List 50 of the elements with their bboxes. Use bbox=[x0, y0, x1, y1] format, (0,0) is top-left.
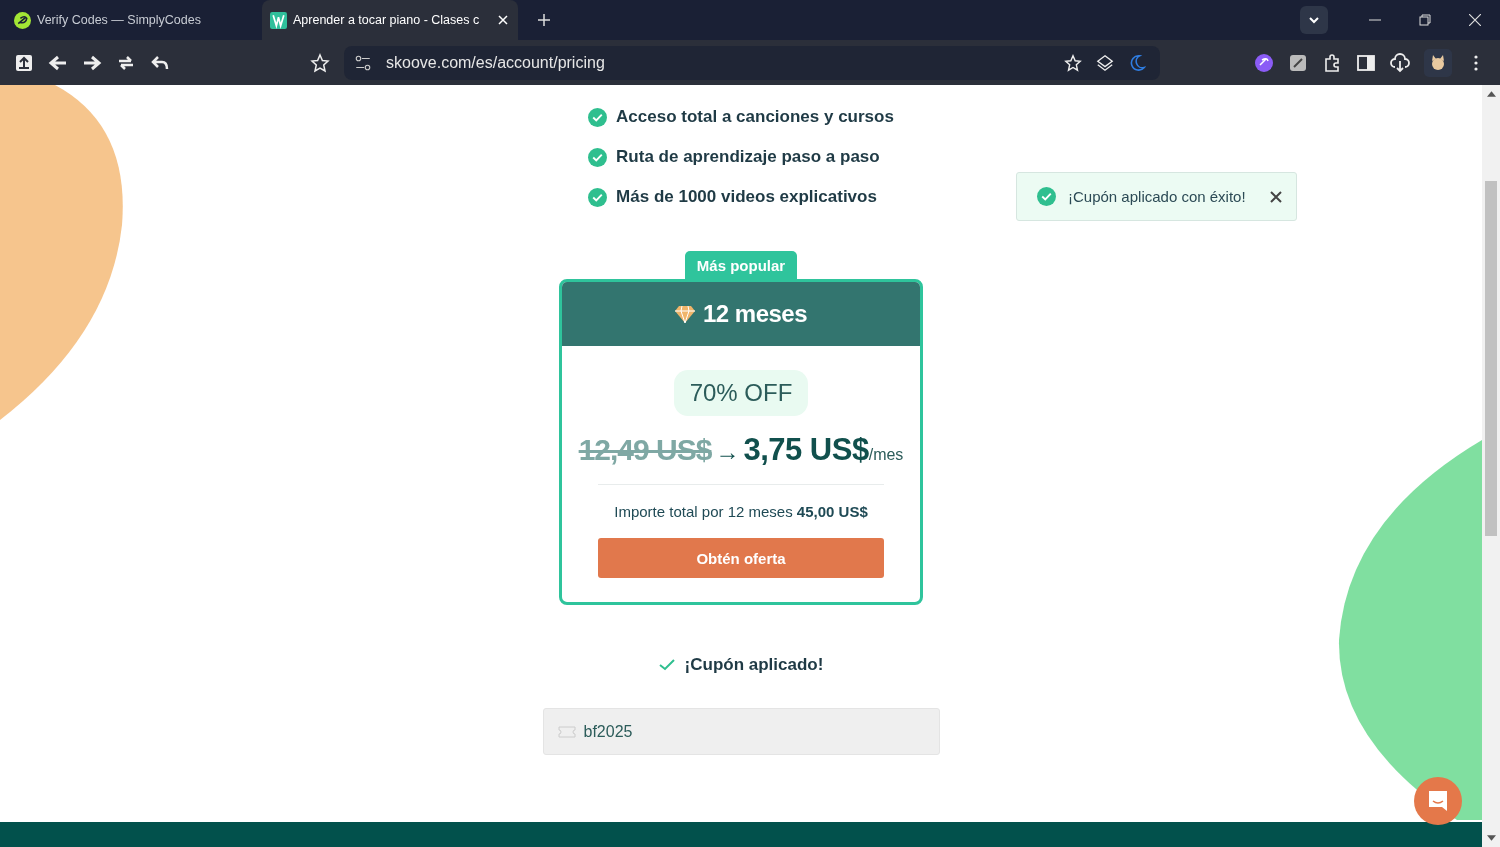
scrollbar-thumb[interactable] bbox=[1485, 181, 1497, 536]
browser-tab[interactable]: Verify Codes — SimplyCodes bbox=[6, 0, 262, 40]
close-icon[interactable] bbox=[1270, 190, 1282, 203]
coupon-status-text: ¡Cupón aplicado! bbox=[684, 655, 824, 675]
scrollbar[interactable] bbox=[1482, 85, 1500, 847]
extension-icon[interactable] bbox=[1288, 52, 1308, 73]
bookmark-star-icon[interactable] bbox=[310, 52, 330, 73]
tab-list-dropdown-icon[interactable] bbox=[1300, 6, 1328, 34]
check-circle-icon bbox=[588, 107, 608, 127]
tab-title: Verify Codes — SimplyCodes bbox=[37, 13, 202, 27]
feature-text: Más de 1000 videos explicativos bbox=[616, 187, 877, 207]
restore-icon[interactable] bbox=[1419, 14, 1431, 26]
url-text: skoove.com/es/account/pricing bbox=[386, 53, 606, 72]
upload-tray-icon[interactable] bbox=[14, 52, 34, 73]
old-price: 12,49 US$ bbox=[578, 433, 712, 467]
browser-tab[interactable]: Aprender a tocar piano - Clases c bbox=[262, 0, 518, 40]
feature-text: Acceso total a canciones y cursos bbox=[616, 107, 894, 127]
leaf-favicon-icon bbox=[14, 11, 31, 29]
layers-extension-icon[interactable] bbox=[1096, 53, 1114, 72]
cloud-download-icon[interactable] bbox=[1390, 52, 1410, 73]
profile-avatar-icon[interactable] bbox=[1424, 48, 1452, 77]
bookmark-star-icon[interactable] bbox=[1064, 53, 1082, 72]
scroll-down-icon[interactable] bbox=[1486, 835, 1496, 841]
plan-title: 12 meses bbox=[702, 300, 808, 328]
address-bar[interactable]: skoove.com/es/account/pricing bbox=[344, 45, 1160, 80]
side-panel-icon[interactable] bbox=[1356, 52, 1376, 73]
check-circle-icon bbox=[588, 187, 608, 207]
feature-text: Ruta de aprendizaje paso a paso bbox=[616, 147, 880, 167]
per-month-text: /mes bbox=[868, 446, 904, 464]
extension-icon[interactable] bbox=[1254, 52, 1274, 73]
puzzle-icon[interactable] bbox=[1322, 52, 1342, 73]
site-settings-icon[interactable] bbox=[354, 53, 372, 72]
tab-title: Aprender a tocar piano - Clases c bbox=[293, 13, 481, 27]
new-price: 3,75 US$ bbox=[743, 432, 869, 468]
moon-icon[interactable] bbox=[1128, 53, 1146, 72]
toast-message: ¡Cupón aplicado con éxito! bbox=[1068, 188, 1247, 205]
close-tab-icon[interactable] bbox=[496, 13, 510, 27]
check-circle-icon bbox=[588, 147, 608, 167]
chat-bubble-button[interactable] bbox=[1414, 777, 1462, 825]
diamond-icon bbox=[674, 305, 695, 323]
coupon-input-field[interactable]: bf2025 bbox=[542, 708, 940, 755]
popular-badge: Más popular bbox=[684, 251, 798, 279]
new-tab-icon[interactable] bbox=[538, 14, 550, 26]
discount-tag: 70% OFF bbox=[673, 370, 809, 416]
arrow-text: → bbox=[715, 438, 740, 466]
ticket-icon bbox=[557, 726, 576, 738]
checkmark-icon bbox=[658, 659, 675, 671]
check-circle-icon bbox=[1037, 187, 1056, 206]
total-text: Importe total por 12 meses 45,00 US$ bbox=[614, 503, 868, 520]
scroll-up-icon[interactable] bbox=[1486, 91, 1496, 97]
